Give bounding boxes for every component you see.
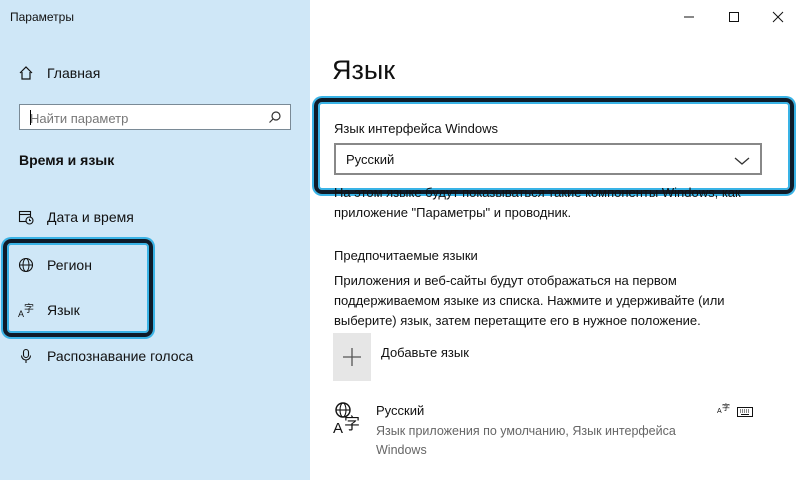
- main-content: Язык Язык интерфейса Windows Русский На …: [310, 0, 800, 480]
- language-icon: A字: [333, 401, 365, 440]
- keyboard-icon: [737, 404, 753, 422]
- calendar-clock-icon: [17, 208, 35, 226]
- close-icon: [772, 11, 784, 23]
- sidebar-item-speech[interactable]: Распознавание голоса: [17, 344, 193, 368]
- add-language-button[interactable]: [333, 333, 371, 381]
- sidebar-item-date-time[interactable]: Дата и время: [17, 205, 134, 229]
- language-name: Русский: [376, 403, 425, 418]
- plus-icon: [343, 348, 361, 366]
- highlight-annotation: [314, 98, 794, 194]
- display-language-description: На этом языке будут показываться такие к…: [334, 185, 741, 220]
- sidebar: Параметры Главная Время и язык Дата и вр…: [0, 0, 310, 480]
- minimize-icon: [684, 16, 694, 18]
- home-icon: [17, 64, 35, 82]
- highlight-annotation: [3, 239, 153, 337]
- svg-text:字: 字: [722, 402, 730, 412]
- search-icon[interactable]: [268, 110, 282, 124]
- preferred-languages-description: Приложения и веб-сайты будут отображатьс…: [334, 273, 725, 328]
- minimize-button[interactable]: [678, 6, 700, 28]
- window-title: Параметры: [10, 10, 74, 24]
- svg-text:A: A: [333, 420, 343, 435]
- language-subtitle: Язык приложения по умолчанию, Язык интер…: [376, 424, 676, 457]
- search-input[interactable]: [22, 107, 272, 129]
- maximize-button[interactable]: [723, 6, 745, 28]
- settings-window: Параметры Главная Время и язык Дата и вр…: [0, 0, 800, 480]
- section-title: Время и язык: [19, 152, 115, 168]
- svg-text:字: 字: [344, 414, 360, 433]
- maximize-icon: [729, 12, 739, 22]
- display-language-feature-icon: A字: [717, 401, 733, 420]
- search-box[interactable]: [19, 104, 291, 130]
- preferred-languages-title: Предпочитаемые языки: [334, 248, 478, 263]
- microphone-icon: [17, 347, 35, 365]
- text-caret: [30, 110, 31, 125]
- sidebar-item-label: Распознавание голоса: [47, 348, 194, 364]
- sidebar-item-label: Дата и время: [47, 209, 134, 225]
- page-title: Язык: [332, 55, 396, 85]
- close-button[interactable]: [767, 6, 789, 28]
- sidebar-item-label: Главная: [47, 65, 101, 81]
- sidebar-item-home[interactable]: Главная: [17, 61, 100, 85]
- add-language-label[interactable]: Добавьте язык: [381, 345, 469, 360]
